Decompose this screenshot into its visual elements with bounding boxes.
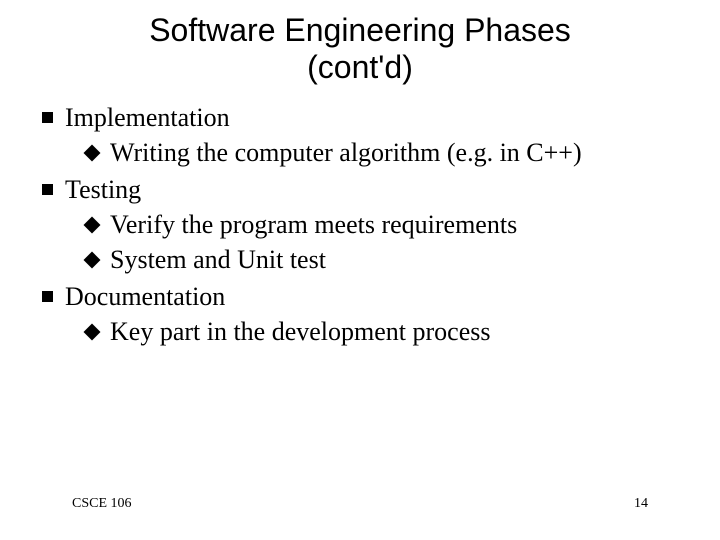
footer-course-code: CSCE 106 [72,496,132,512]
list-subitem: Writing the computer algorithm (e.g. in … [84,135,692,170]
list-item: Documentation [42,279,692,314]
list-subitem: Key part in the development process [84,314,692,349]
list-item: Testing [42,172,692,207]
title-line-1: Software Engineering Phases [149,12,571,48]
item-label: Implementation [65,100,692,135]
square-bullet-icon [42,291,53,302]
list-subitem: System and Unit test [84,242,692,277]
diamond-bullet-icon [84,144,101,161]
slide-footer: CSCE 106 14 [0,496,720,512]
subitem-label: Verify the program meets requirements [110,207,692,242]
slide-title: Software Engineering Phases (cont'd) [28,12,692,86]
square-bullet-icon [42,112,53,123]
subitem-label: Writing the computer algorithm (e.g. in … [110,135,692,170]
item-label: Testing [65,172,692,207]
slide: Software Engineering Phases (cont'd) Imp… [0,0,720,540]
diamond-bullet-icon [84,216,101,233]
list-item: Implementation [42,100,692,135]
slide-content: Implementation Writing the computer algo… [28,100,692,350]
footer-page-number: 14 [634,496,648,512]
list-subitem: Verify the program meets requirements [84,207,692,242]
diamond-bullet-icon [84,251,101,268]
title-line-2: (cont'd) [307,49,413,85]
item-label: Documentation [65,279,692,314]
subitem-label: System and Unit test [110,242,692,277]
square-bullet-icon [42,184,53,195]
subitem-label: Key part in the development process [110,314,692,349]
diamond-bullet-icon [84,324,101,341]
